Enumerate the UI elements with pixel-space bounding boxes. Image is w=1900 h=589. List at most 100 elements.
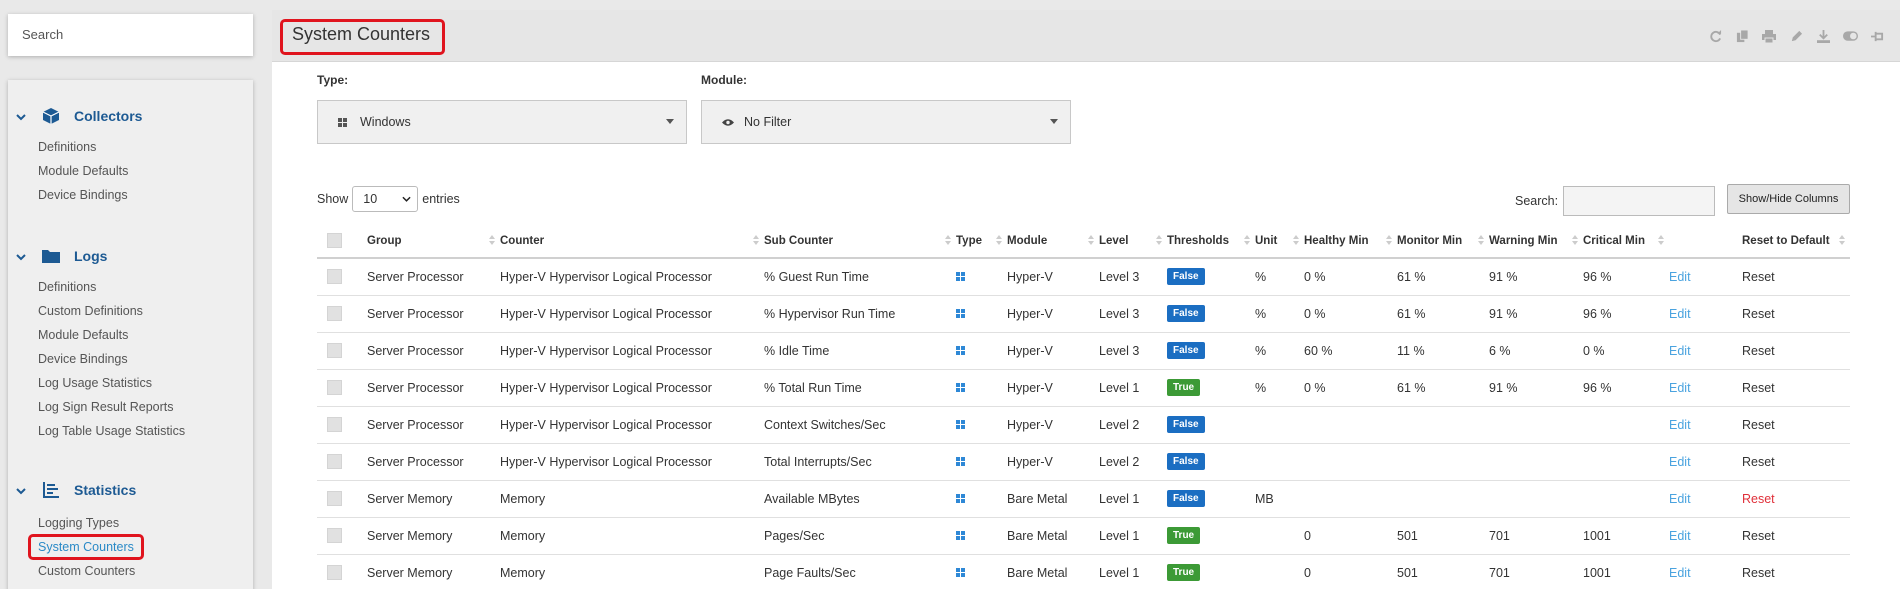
column-header-unit[interactable]: Unit [1255, 224, 1304, 259]
pin-icon[interactable] [1869, 29, 1885, 43]
sidebar-item-log-module-defaults[interactable]: Module Defaults [38, 328, 128, 342]
edit-link[interactable]: Edit [1669, 307, 1691, 321]
reset-link[interactable]: Reset [1742, 455, 1775, 469]
sidebar-item-logging-types[interactable]: Logging Types [38, 516, 119, 530]
row-checkbox[interactable] [327, 269, 342, 285]
row-checkbox[interactable] [327, 528, 342, 543]
row-checkbox[interactable] [327, 306, 342, 321]
reset-link[interactable]: Reset [1742, 344, 1775, 358]
edit-icon[interactable] [1788, 29, 1804, 43]
sidebar-item-log-definitions[interactable]: Definitions [38, 280, 96, 294]
download-icon[interactable] [1815, 29, 1831, 43]
cell-edit: Edit [1669, 406, 1742, 444]
row-select-cell [317, 517, 367, 555]
cell-edit: Edit [1669, 332, 1742, 370]
column-header-healthy-min[interactable]: Healthy Min [1304, 224, 1397, 259]
show-hide-columns-button[interactable]: Show/Hide Columns [1727, 184, 1850, 214]
column-header-sub-counter[interactable]: Sub Counter [764, 224, 956, 259]
toggle-icon[interactable] [1842, 29, 1858, 43]
cell-edit: Edit [1669, 517, 1742, 555]
refresh-icon[interactable] [1707, 29, 1723, 43]
sidebar-section-header-logs[interactable]: Logs [8, 244, 253, 268]
sidebar-item-custom-definitions[interactable]: Custom Definitions [38, 304, 143, 318]
thresholds-badge: False [1167, 416, 1205, 433]
cell-group: Server Processor [367, 295, 500, 333]
thresholds-badge: False [1167, 305, 1205, 322]
row-checkbox[interactable] [327, 565, 342, 580]
reset-link[interactable]: Reset [1742, 307, 1775, 321]
select-all-checkbox[interactable] [327, 233, 342, 248]
sidebar-item-log-sign-result-reports[interactable]: Log Sign Result Reports [38, 400, 174, 414]
cell-edit: Edit [1669, 443, 1742, 481]
sidebar-item-log-table-usage-statistics[interactable]: Log Table Usage Statistics [38, 424, 185, 438]
row-checkbox[interactable] [327, 417, 342, 432]
column-header-critical-min[interactable]: Critical Min [1583, 224, 1669, 259]
sidebar-item-definitions[interactable]: Definitions [38, 140, 96, 154]
edit-link[interactable]: Edit [1669, 270, 1691, 284]
column-header-monitor-min[interactable]: Monitor Min [1397, 224, 1489, 259]
edit-link[interactable]: Edit [1669, 529, 1691, 543]
edit-link[interactable]: Edit [1669, 344, 1691, 358]
reset-link[interactable]: Reset [1742, 418, 1775, 432]
sidebar-item-log-device-bindings[interactable]: Device Bindings [38, 352, 128, 366]
reset-link[interactable]: Reset [1742, 270, 1775, 284]
column-header-counter[interactable]: Counter [500, 224, 764, 259]
sidebar-item-log-usage-statistics[interactable]: Log Usage Statistics [38, 376, 152, 390]
cell-warning-min: 91 % [1489, 369, 1583, 407]
column-header-warning-min[interactable]: Warning Min [1489, 224, 1583, 259]
cell-group: Server Memory [367, 517, 500, 555]
table-row: Server Processor Hyper-V Hypervisor Logic… [317, 369, 1850, 407]
module-select[interactable]: No Filter [701, 100, 1071, 144]
reset-link[interactable]: Reset [1742, 566, 1775, 580]
cell-healthy-min: 0 % [1304, 295, 1397, 333]
copy-icon[interactable] [1734, 29, 1750, 43]
reset-link[interactable]: Reset [1742, 381, 1775, 395]
sidebar-item-module-defaults[interactable]: Module Defaults [38, 164, 128, 178]
column-header-level[interactable]: Level [1099, 224, 1167, 259]
cell-module: Hyper-V [1007, 406, 1099, 444]
cell-group: Server Processor [367, 443, 500, 481]
cell-critical-min: 96 % [1583, 295, 1669, 333]
column-header-thresholds[interactable]: Thresholds [1167, 224, 1255, 259]
sidebar-item-custom-counters[interactable]: Custom Counters [38, 564, 135, 578]
row-checkbox[interactable] [327, 343, 342, 358]
column-header-module[interactable]: Module [1007, 224, 1099, 259]
sidebar-section-header-collectors[interactable]: Collectors [8, 104, 253, 128]
row-checkbox[interactable] [327, 454, 342, 469]
chevron-down-icon [16, 109, 28, 124]
column-header-group[interactable]: Group [367, 224, 500, 259]
row-checkbox[interactable] [327, 491, 342, 506]
cell-monitor-min: 61 % [1397, 369, 1489, 407]
cell-unit [1255, 554, 1304, 589]
entries-label: entries [422, 192, 460, 206]
reset-link[interactable]: Reset [1742, 492, 1775, 506]
column-header-reset[interactable]: Reset to Default [1742, 224, 1850, 259]
table-search-input[interactable] [1563, 186, 1716, 216]
edit-link[interactable]: Edit [1669, 566, 1691, 580]
edit-link[interactable]: Edit [1669, 381, 1691, 395]
cell-module: Hyper-V [1007, 258, 1099, 296]
cell-thresholds: False [1167, 406, 1255, 444]
edit-link[interactable]: Edit [1669, 455, 1691, 469]
row-checkbox[interactable] [327, 380, 342, 395]
reset-link[interactable]: Reset [1742, 529, 1775, 543]
windows-icon [956, 568, 965, 577]
sidebar-section-header-statistics[interactable]: Statistics [8, 478, 253, 502]
type-select[interactable]: Windows [317, 100, 687, 144]
entries-select[interactable]: 10 [352, 186, 419, 212]
cell-type [956, 406, 1007, 444]
cell-reset: Reset [1742, 517, 1850, 555]
cell-group: Server Processor [367, 332, 500, 370]
cell-thresholds: False [1167, 332, 1255, 370]
sidebar-item-device-bindings[interactable]: Device Bindings [38, 188, 128, 202]
edit-link[interactable]: Edit [1669, 418, 1691, 432]
thresholds-badge: True [1167, 564, 1201, 581]
edit-link[interactable]: Edit [1669, 492, 1691, 506]
sidebar-search-input[interactable]: Search [8, 14, 253, 56]
print-icon[interactable] [1761, 29, 1777, 43]
cell-sub-counter: % Total Run Time [764, 369, 956, 407]
row-select-cell [317, 258, 367, 296]
cell-type [956, 369, 1007, 407]
cell-level: Level 3 [1099, 258, 1167, 296]
column-header-type[interactable]: Type [956, 224, 1007, 259]
